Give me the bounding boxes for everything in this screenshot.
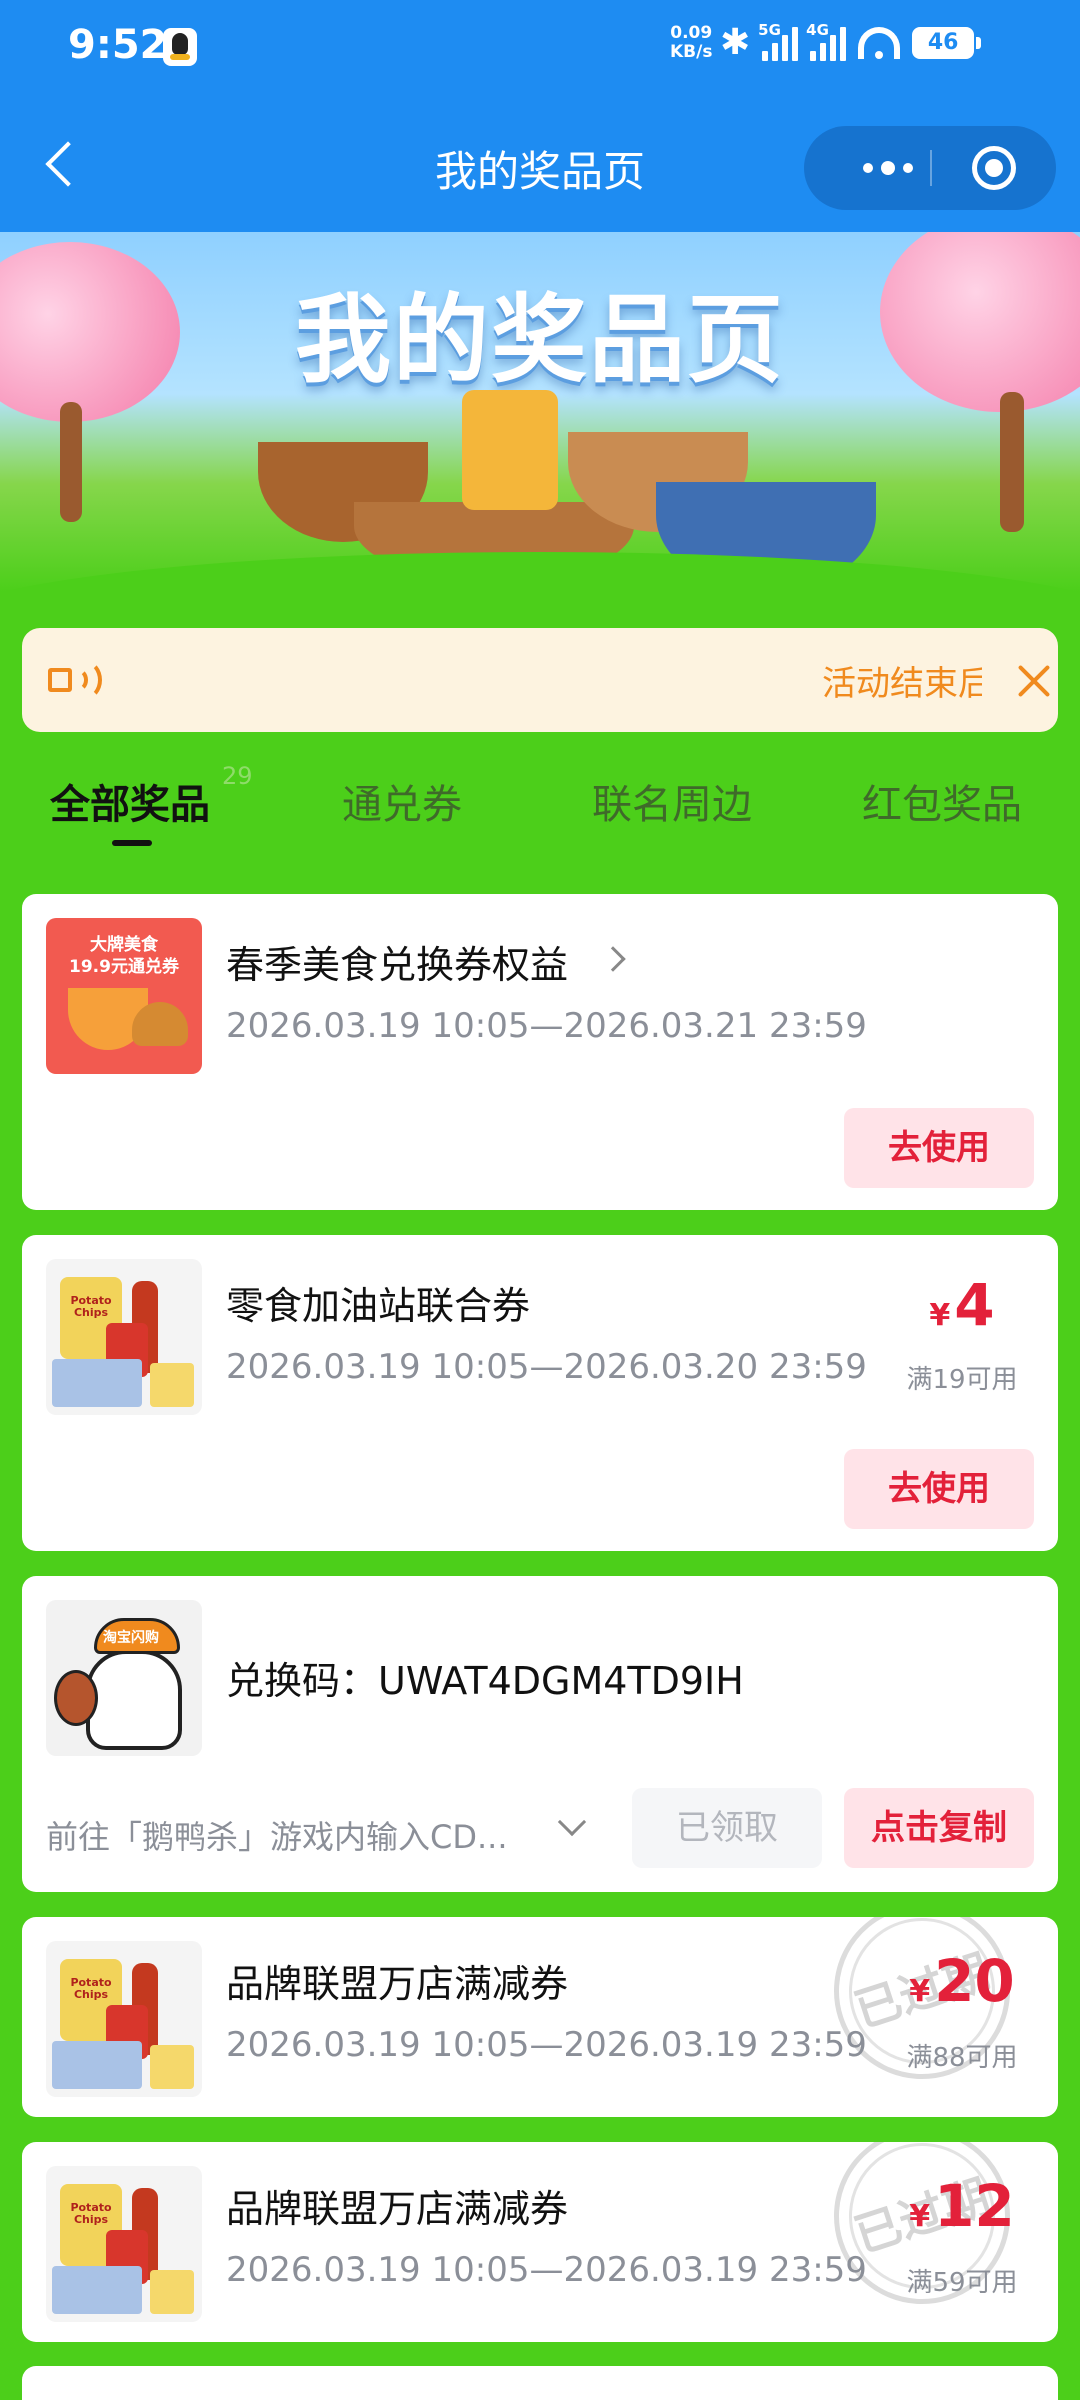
banner-curve	[0, 552, 1080, 592]
tab-bar: 全部奖品 29 通兑券 联名周边 红包奖品	[0, 762, 1080, 846]
prize-card[interactable]: 已过期 品牌联盟万店满减券 2026.03.19 10:05—2026.03.1…	[22, 1917, 1058, 2117]
thumbnail-caption: 大牌美食 19.9元通兑券	[46, 934, 202, 978]
status-time: 9:52	[68, 22, 168, 68]
network-speed-value: 0.09	[670, 23, 713, 43]
prize-validity: 2026.03.19 10:05—2026.03.19 23:59	[226, 2250, 867, 2290]
signal-4g-label: 4G	[806, 20, 829, 39]
top-bar: 9:52 0.09 KB/s ✱ 5G 4G 46 我的奖品页	[0, 0, 1080, 232]
network-speed-unit: KB/s	[670, 42, 713, 62]
prize-validity: 2026.03.19 10:05—2026.03.20 23:59	[226, 1347, 867, 1387]
signal-4g-icon: 4G	[806, 21, 847, 61]
network-speed: 0.09 KB/s	[670, 24, 712, 62]
copy-button[interactable]: 点击复制	[844, 1788, 1034, 1868]
snack-voucher-thumbnail	[46, 1941, 202, 2097]
thumbnail-caption-line-1: 大牌美食	[90, 935, 158, 955]
use-button[interactable]: 去使用	[844, 1108, 1034, 1188]
close-miniprogram-icon[interactable]	[972, 146, 1016, 190]
prize-card-partial[interactable]	[22, 2366, 1058, 2400]
food-voucher-thumbnail: 大牌美食 19.9元通兑券	[46, 918, 202, 1074]
coupon-amount: ¥20	[882, 1947, 1042, 2015]
prize-title: 零食加油站联合券	[226, 1284, 531, 1328]
capsule-divider	[930, 150, 932, 186]
coupon-condition: 满59可用	[906, 2268, 1018, 2298]
tab-all-prizes[interactable]: 全部奖品	[50, 772, 210, 830]
use-button[interactable]: 去使用	[844, 1449, 1034, 1529]
status-icons: ✱ 5G 4G 46	[720, 21, 982, 63]
chevron-right-icon	[600, 946, 626, 972]
tab-all-prizes-badge: 29	[222, 762, 253, 790]
prize-card[interactable]: 大牌美食 19.9元通兑券 春季美食兑换券权益 2026.03.19 10:05…	[22, 894, 1058, 1210]
coupon-amount-value: 20	[934, 1947, 1015, 2015]
close-icon[interactable]	[1016, 662, 1052, 698]
coupon-amount-value: 4	[954, 1271, 995, 1339]
goose-duck-game-thumbnail	[46, 1600, 202, 1756]
currency-symbol: ¥	[909, 2199, 931, 2234]
chevron-down-icon[interactable]	[557, 1807, 587, 1837]
battery-icon: 46	[912, 26, 982, 59]
qq-icon	[163, 28, 197, 66]
tab-vouchers[interactable]: 通兑券	[342, 772, 462, 830]
prize-card[interactable]: 零食加油站联合券 2026.03.19 10:05—2026.03.20 23:…	[22, 1235, 1058, 1551]
prize-title: 品牌联盟万店满减券	[226, 2187, 569, 2231]
redeem-instructions: 前往「鹅鸭杀」游戏内输入CD...	[46, 1818, 508, 1856]
snack-voucher-thumbnail	[46, 1259, 202, 1415]
coupon-amount-value: 12	[934, 2172, 1015, 2240]
currency-symbol: ¥	[929, 1298, 951, 1333]
coupon-amount: ¥12	[882, 2172, 1042, 2240]
drink-cup-decoration	[462, 390, 558, 510]
bluetooth-icon: ✱	[720, 22, 751, 63]
coupon-condition: 满88可用	[906, 2043, 1018, 2073]
speaker-icon	[48, 660, 102, 700]
signal-5g-label: 5G	[758, 20, 781, 39]
notice-text: 活动结束后	[822, 664, 982, 704]
tree-trunk-decoration	[1000, 392, 1024, 532]
prize-validity: 2026.03.19 10:05—2026.03.19 23:59	[226, 2025, 867, 2065]
banner-title: 我的奖品页	[295, 284, 785, 396]
tab-active-indicator	[112, 840, 152, 846]
prize-validity: 2026.03.19 10:05—2026.03.21 23:59	[226, 1006, 867, 1046]
prize-title: 品牌联盟万店满减券	[226, 1962, 569, 2006]
prize-title: 春季美食兑换券权益	[226, 943, 569, 987]
tree-trunk-decoration	[60, 402, 82, 522]
prize-card[interactable]: 已过期 品牌联盟万店满减券 2026.03.19 10:05—2026.03.1…	[22, 2142, 1058, 2342]
more-icon[interactable]	[840, 152, 936, 184]
banner: 我的奖品页	[0, 232, 1080, 592]
coupon-amount: ¥4	[902, 1271, 1022, 1339]
currency-symbol: ¥	[909, 1974, 931, 2009]
mini-program-capsule	[804, 126, 1056, 210]
claimed-button: 已领取	[632, 1788, 822, 1868]
signal-5g-icon: 5G	[758, 21, 799, 61]
wifi-icon	[858, 26, 901, 59]
thumbnail-caption-line-2: 19.9元通兑券	[69, 957, 179, 977]
prize-card[interactable]: 兑换码：UWAT4DGM4TD9IH 前往「鹅鸭杀」游戏内输入CD... 已领取…	[22, 1576, 1058, 1892]
tab-red-packets[interactable]: 红包奖品	[862, 772, 1022, 830]
notice-bar: 活动结束后	[22, 628, 1058, 732]
coupon-condition: 满19可用	[906, 1365, 1018, 1395]
tab-co-branded[interactable]: 联名周边	[592, 772, 752, 830]
snack-voucher-thumbnail	[46, 2166, 202, 2322]
redeem-code: 兑换码：UWAT4DGM4TD9IH	[226, 1659, 744, 1703]
